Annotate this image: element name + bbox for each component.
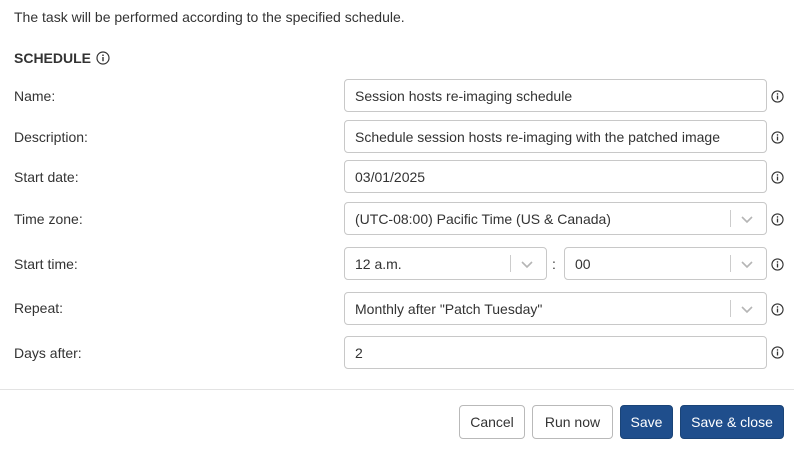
info-icon[interactable]: [771, 213, 784, 226]
info-icon[interactable]: [771, 346, 784, 359]
cancel-button[interactable]: Cancel: [459, 405, 525, 439]
chevron-down-icon[interactable]: [740, 257, 754, 271]
start-date-input[interactable]: 03/01/2025: [344, 160, 767, 193]
info-icon[interactable]: [96, 51, 110, 65]
repeat-select[interactable]: Monthly after "Patch Tuesday": [344, 292, 767, 325]
name-input[interactable]: Session hosts re-imaging schedule: [344, 79, 767, 112]
select-separator: [510, 255, 511, 272]
save-button[interactable]: Save: [620, 405, 673, 439]
days-after-input[interactable]: 2: [344, 336, 767, 369]
time-zone-select[interactable]: (UTC-08:00) Pacific Time (US & Canada): [344, 202, 767, 235]
start-time-minute-value: 00: [575, 255, 591, 272]
time-zone-label: Time zone:: [14, 211, 83, 227]
start-time-hour-value: 12 a.m.: [355, 255, 402, 272]
days-after-label: Days after:: [14, 345, 82, 361]
start-time-label: Start time:: [14, 256, 78, 272]
name-label: Name:: [14, 88, 56, 104]
save-and-close-button[interactable]: Save & close: [680, 405, 784, 439]
select-separator: [730, 255, 731, 272]
repeat-value: Monthly after "Patch Tuesday": [355, 300, 543, 317]
section-title: SCHEDULE: [14, 50, 110, 66]
run-now-button[interactable]: Run now: [532, 405, 613, 439]
info-icon[interactable]: [771, 258, 784, 271]
description-label: Description:: [14, 129, 88, 145]
info-icon[interactable]: [771, 171, 784, 184]
chevron-down-icon[interactable]: [740, 302, 754, 316]
select-separator: [730, 210, 731, 227]
description-input[interactable]: Schedule session hosts re-imaging with t…: [344, 120, 767, 153]
chevron-down-icon[interactable]: [520, 257, 534, 271]
start-time-minute-select[interactable]: 00: [564, 247, 767, 280]
time-zone-value: (UTC-08:00) Pacific Time (US & Canada): [355, 210, 611, 227]
start-time-hour-select[interactable]: 12 a.m.: [344, 247, 547, 280]
info-icon[interactable]: [771, 131, 784, 144]
time-separator: :: [552, 256, 556, 272]
repeat-label: Repeat:: [14, 300, 64, 316]
info-icon[interactable]: [771, 303, 784, 316]
chevron-down-icon[interactable]: [740, 212, 754, 226]
info-icon[interactable]: [771, 90, 784, 103]
start-date-label: Start date:: [14, 169, 79, 185]
section-title-label: SCHEDULE: [14, 50, 92, 66]
intro-text: The task will be performed according to …: [14, 9, 405, 25]
footer-divider: [0, 389, 794, 390]
select-separator: [730, 300, 731, 317]
